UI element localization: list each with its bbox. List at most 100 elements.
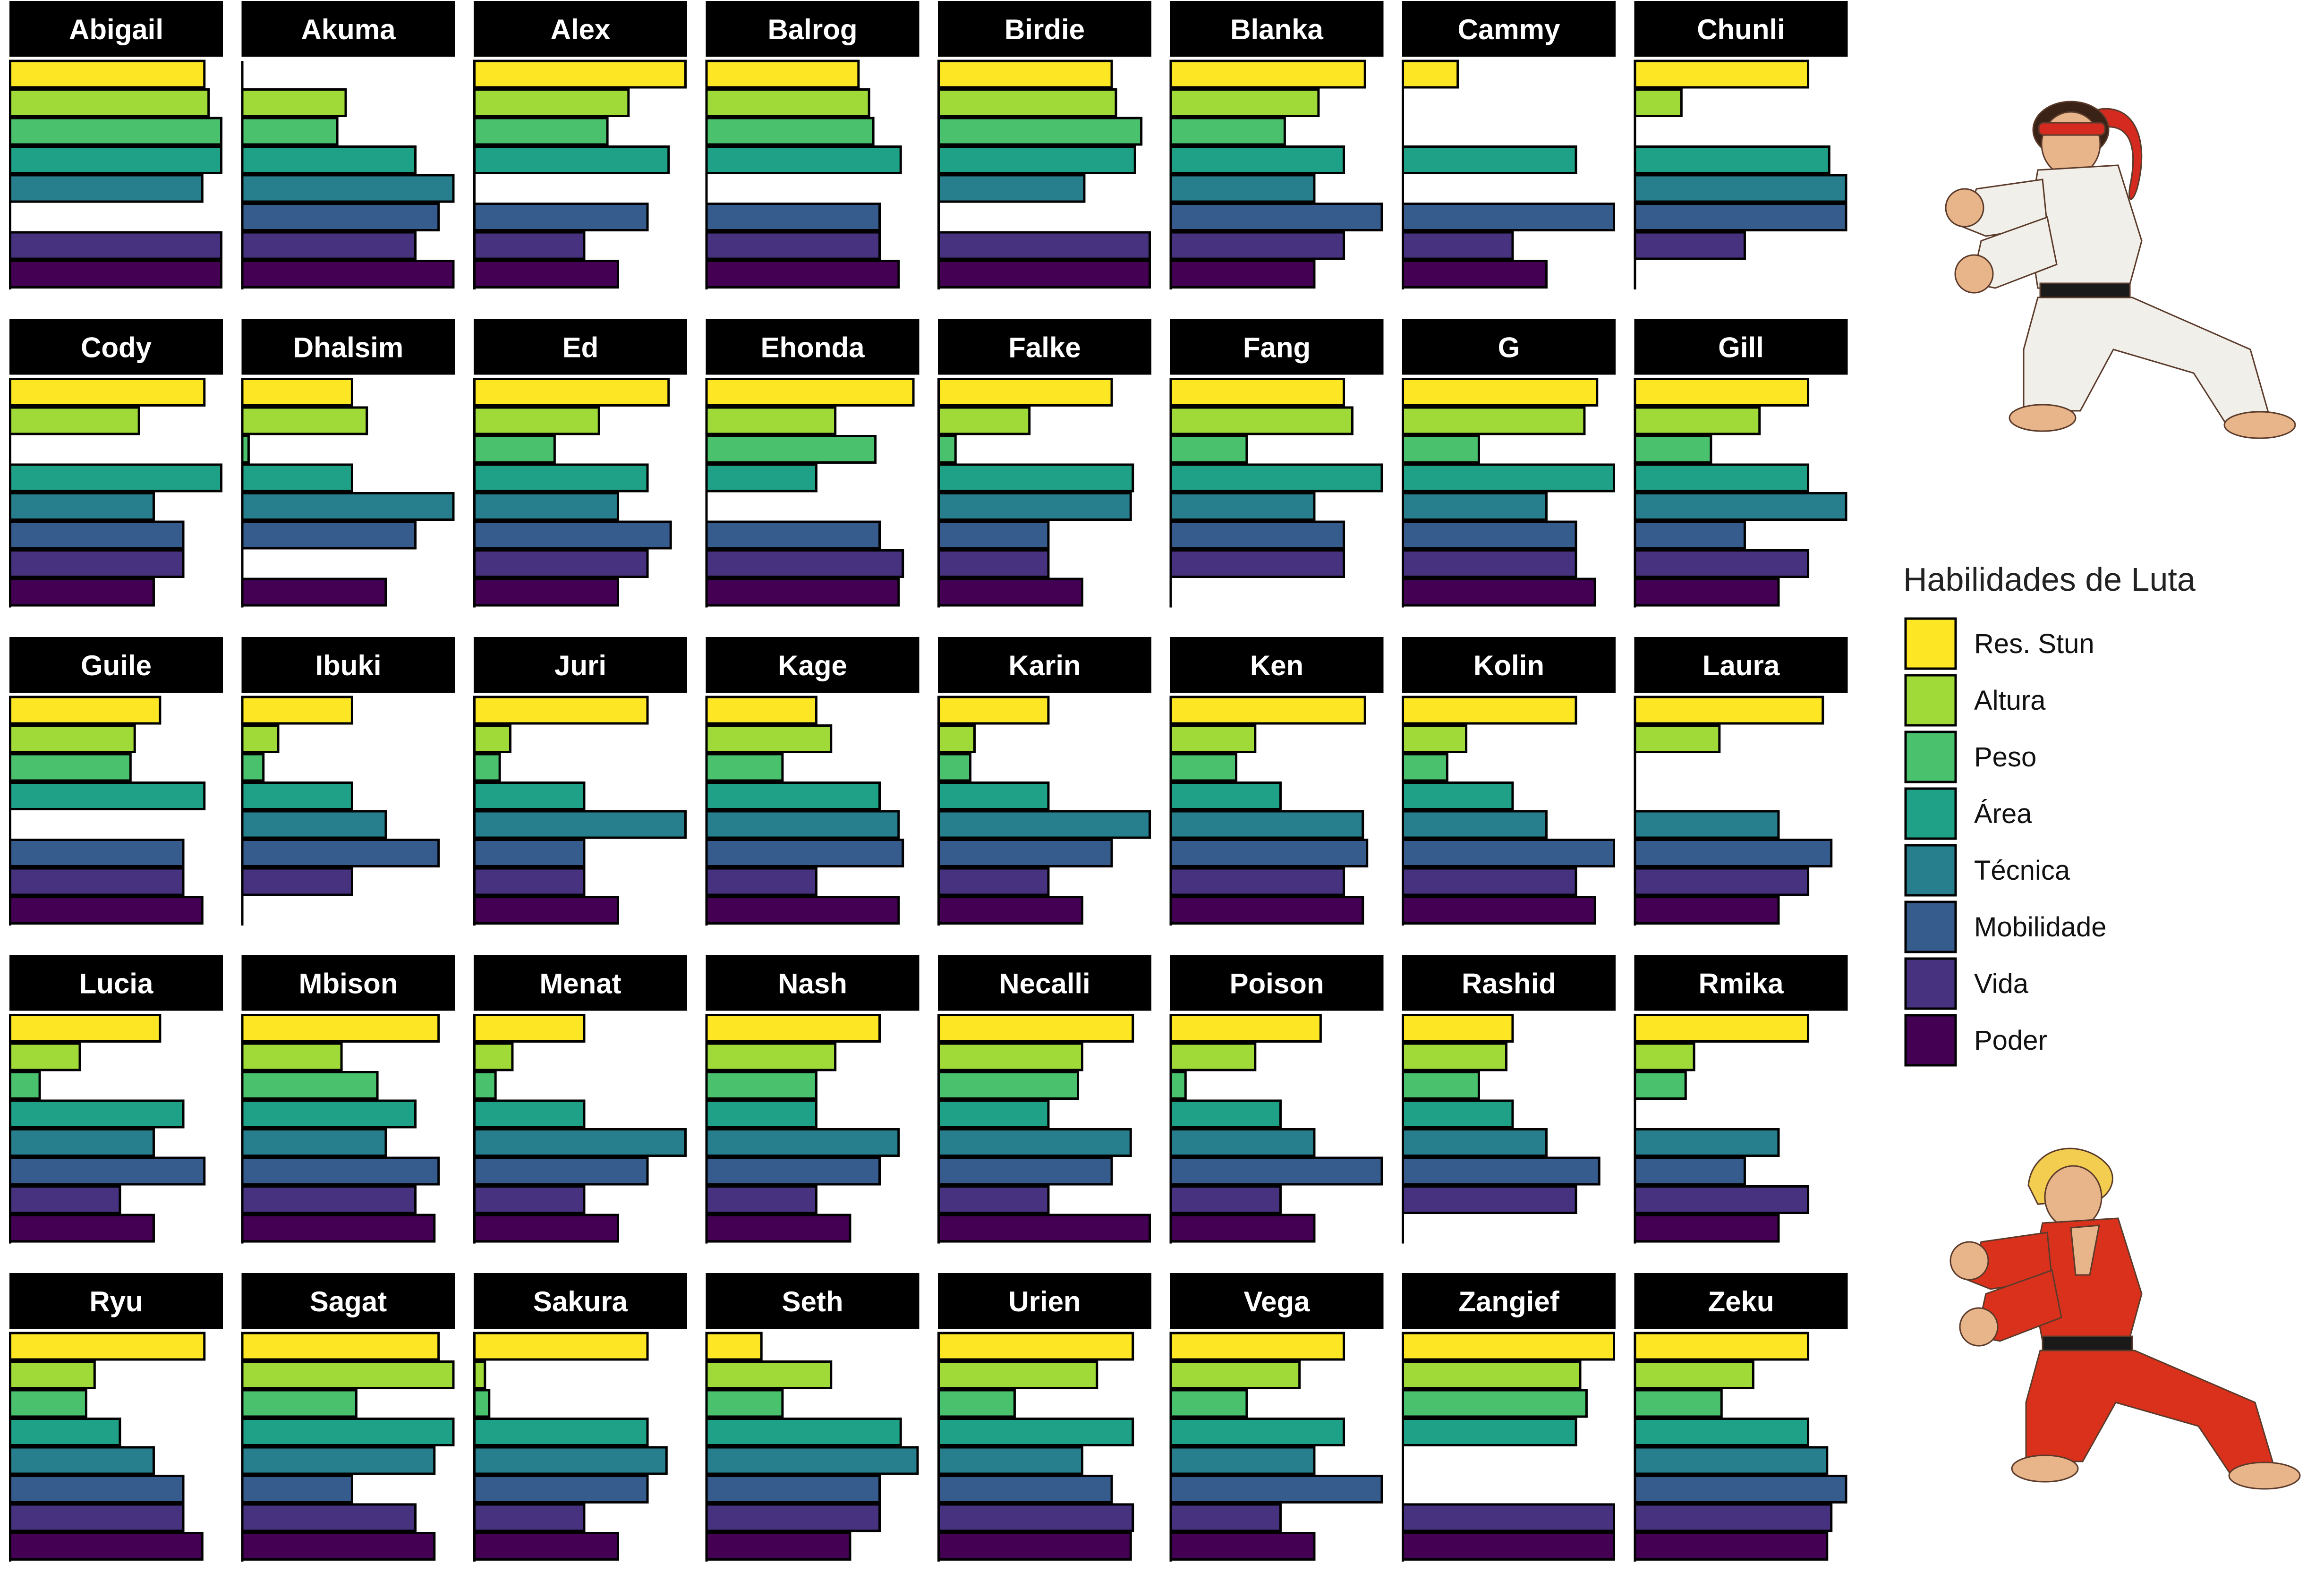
- bar-vida: [1634, 1503, 1833, 1532]
- panel-title: Menat: [539, 968, 621, 1000]
- bar-area: [1634, 1418, 1810, 1446]
- panel-urien: Urien: [937, 1273, 1151, 1562]
- bar-mobilidade: [473, 520, 672, 550]
- bar-peso: [1402, 1071, 1480, 1100]
- bar-mobilidade: [1169, 1475, 1383, 1504]
- panel-title: Ed: [562, 332, 599, 364]
- panel-title: Rashid: [1462, 968, 1556, 1000]
- panel-seth: Seth: [705, 1273, 919, 1562]
- bar-tecnica: [9, 174, 204, 203]
- panel-title: Rmika: [1698, 968, 1784, 1000]
- ryu-fist-lower: [1954, 254, 1994, 294]
- panel-laura: Laura: [1634, 637, 1848, 926]
- panel-title: Laura: [1703, 650, 1780, 681]
- bar-tecnica: [1169, 1446, 1316, 1475]
- bar-area: [241, 782, 353, 810]
- bar-altura: [705, 88, 870, 117]
- bar-poder: [473, 578, 619, 607]
- bar-tecnica: [705, 810, 900, 839]
- ken-sprite: [1949, 1147, 2301, 1490]
- bar-mobilidade: [1402, 1156, 1600, 1186]
- legend-label: Técnica: [1974, 855, 2070, 886]
- bar-altura: [1634, 88, 1683, 117]
- panel-kage: Kage: [705, 637, 919, 926]
- bar-res-stun: [705, 59, 860, 89]
- bar-res-stun: [241, 378, 353, 407]
- bar-res-stun: [1402, 696, 1577, 725]
- panel-title: Kage: [778, 650, 847, 681]
- bar-mobilidade: [1169, 520, 1345, 550]
- panel-title: Urien: [1008, 1286, 1081, 1317]
- bar-peso: [705, 1389, 784, 1418]
- bar-mobilidade: [9, 1475, 185, 1504]
- bar-area: [937, 1418, 1134, 1446]
- bar-poder: [473, 896, 619, 925]
- bar-area: [705, 145, 902, 174]
- panel-karin: Karin: [937, 637, 1151, 926]
- panels-grid: Abigail Akuma Alex Balrog Birdie Blanka Cammy C…: [9, 1, 1848, 1562]
- ryu-legs: [2023, 297, 2270, 426]
- ryu-sprite: [1945, 101, 2296, 439]
- bar-altura: [1402, 406, 1586, 435]
- bar-area: [473, 782, 586, 810]
- bar-altura: [473, 724, 511, 753]
- panel-sakura: Sakura: [473, 1273, 687, 1562]
- bar-peso: [705, 435, 877, 464]
- panel-balrog: Balrog: [705, 1, 919, 289]
- bar-mobilidade: [473, 839, 586, 867]
- ken-foot-right: [2228, 1461, 2301, 1490]
- bar-altura: [9, 724, 136, 753]
- bar-vida: [1402, 231, 1514, 260]
- panel-title: Kolin: [1473, 650, 1544, 681]
- bar-peso: [9, 1071, 41, 1100]
- bar-area: [473, 1099, 586, 1129]
- bar-altura: [473, 406, 600, 435]
- panel-title: Vega: [1243, 1286, 1310, 1317]
- bar-poder: [937, 896, 1083, 925]
- bar-poder: [705, 260, 900, 289]
- bar-altura: [1402, 724, 1468, 753]
- legend-swatch: [1904, 900, 1957, 953]
- bar-res-stun: [1402, 59, 1459, 89]
- bar-tecnica: [1169, 174, 1316, 203]
- bar-area: [1169, 463, 1383, 493]
- bar-res-stun: [1169, 696, 1366, 725]
- panel-ehonda: Ehonda: [705, 319, 919, 608]
- bar-peso: [241, 753, 265, 782]
- legend-swatch: [1904, 1014, 1957, 1067]
- legend: Habilidades de Luta Res. Stun Altura Peso Ár…: [1903, 561, 2196, 1067]
- bar-tecnica: [1634, 810, 1780, 839]
- bar-peso: [241, 435, 250, 464]
- bar-res-stun: [1169, 378, 1345, 407]
- bar-altura: [473, 1042, 514, 1071]
- bar-area: [473, 463, 649, 493]
- panel-dhalsim: Dhalsim: [241, 319, 455, 608]
- panel-blanka: Blanka: [1169, 1, 1384, 289]
- bar-res-stun: [937, 59, 1113, 89]
- legend-label: Res. Stun: [1974, 629, 2094, 659]
- legend-item-poder: Poder: [1904, 1014, 2047, 1067]
- bar-vida: [473, 867, 586, 896]
- bar-vida: [9, 549, 185, 578]
- panel-title: G: [1498, 332, 1520, 364]
- panel-title: Cody: [81, 332, 152, 364]
- bar-mobilidade: [937, 1475, 1113, 1504]
- bar-vida: [705, 867, 817, 896]
- bar-vida: [1402, 1503, 1615, 1532]
- bar-altura: [705, 1042, 837, 1071]
- bar-vida: [1634, 549, 1810, 578]
- bar-tecnica: [241, 1446, 436, 1475]
- bar-mobilidade: [1402, 520, 1577, 550]
- bar-res-stun: [1169, 59, 1366, 89]
- bar-res-stun: [937, 1332, 1134, 1361]
- bar-res-stun: [705, 696, 817, 725]
- bar-poder: [1634, 1214, 1780, 1243]
- bar-peso: [473, 1389, 491, 1418]
- bar-vida: [9, 1185, 121, 1214]
- bar-tecnica: [1169, 810, 1364, 839]
- bar-tecnica: [1402, 810, 1548, 839]
- bar-vida: [241, 1503, 417, 1532]
- bar-res-stun: [9, 1014, 162, 1043]
- bar-peso: [1402, 1389, 1588, 1418]
- panel-cammy: Cammy: [1402, 1, 1616, 289]
